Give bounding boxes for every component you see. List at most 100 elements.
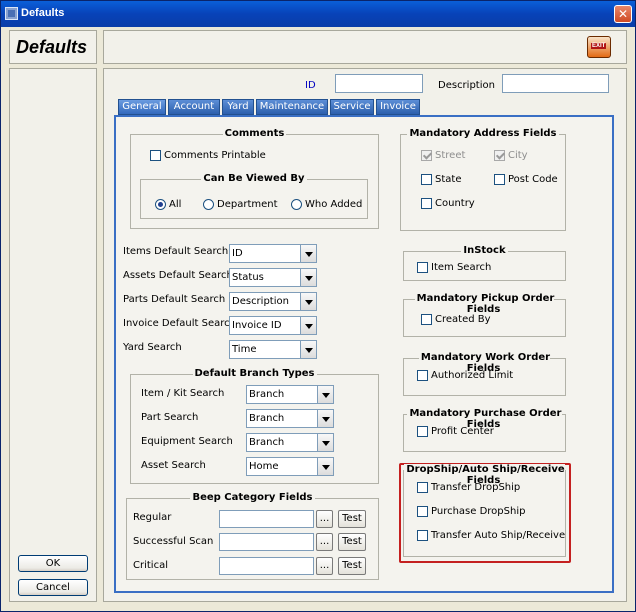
chevron-down-icon <box>317 386 333 403</box>
chevron-down-icon <box>317 410 333 427</box>
tab-service[interactable]: Service <box>330 99 374 115</box>
defaults-window: Defaults ✕ Defaults EXIT OK Cancel ID De… <box>0 0 636 612</box>
authorized-limit-label: Authorized Limit <box>431 370 514 381</box>
asset-search-label: Asset Search <box>141 460 206 471</box>
beep-successful-scan-input[interactable] <box>219 533 314 551</box>
equipment-search-select[interactable]: Branch <box>246 433 334 452</box>
city-checkbox[interactable] <box>494 150 505 161</box>
close-button[interactable]: ✕ <box>614 5 632 23</box>
beep-regular-browse-button[interactable]: ... <box>316 510 333 528</box>
beep-successful-scan-browse-button[interactable]: ... <box>316 533 333 551</box>
yard-search-select[interactable]: Time <box>229 340 317 359</box>
branch-types-title: Default Branch Types <box>192 368 317 379</box>
item-search-checkbox[interactable] <box>417 262 428 273</box>
state-checkbox[interactable] <box>421 174 432 185</box>
beep-category-title: Beep Category Fields <box>190 492 315 503</box>
beep-critical-browse-button[interactable]: ... <box>316 557 333 575</box>
assets-default-search-label: Assets Default Search <box>123 270 233 281</box>
window-title: Defaults <box>21 7 65 19</box>
purchase-dropship-label: Purchase DropShip <box>431 506 526 517</box>
viewed-by-title: Can Be Viewed By <box>201 173 307 184</box>
toolbar: EXIT <box>103 30 627 64</box>
items-default-search-select[interactable]: ID <box>229 244 317 263</box>
radio-department-label: Department <box>217 199 278 210</box>
profit-center-label: Profit Center <box>431 426 494 437</box>
radio-department[interactable] <box>203 199 214 210</box>
asset-search-select[interactable]: Home <box>246 457 334 476</box>
created-by-checkbox[interactable] <box>421 314 432 325</box>
app-icon <box>5 7 18 20</box>
radio-who-added[interactable] <box>291 199 302 210</box>
assets-default-search-select[interactable]: Status <box>229 268 317 287</box>
transfer-dropship-checkbox[interactable] <box>417 482 428 493</box>
ok-button[interactable]: OK <box>18 555 88 572</box>
exit-button[interactable]: EXIT <box>587 36 611 58</box>
tab-maintenance[interactable]: Maintenance <box>256 99 328 115</box>
tab-account[interactable]: Account <box>168 99 220 115</box>
transfer-auto-ship-receive-label: Transfer Auto Ship/Receive <box>431 530 566 541</box>
beep-critical-label: Critical <box>133 560 168 571</box>
item-kit-search-label: Item / Kit Search <box>141 388 225 399</box>
post-code-label: Post Code <box>508 174 558 185</box>
part-search-select[interactable]: Branch <box>246 409 334 428</box>
heading-panel: Defaults <box>9 30 97 64</box>
city-label: City <box>508 150 528 161</box>
radio-who-added-label: Who Added <box>305 199 363 210</box>
id-input[interactable] <box>335 74 423 93</box>
chevron-down-icon <box>300 293 316 310</box>
invoice-default-search-label: Invoice Default Search <box>123 318 237 329</box>
street-checkbox[interactable] <box>421 150 432 161</box>
parts-default-search-label: Parts Default Search <box>123 294 226 305</box>
street-label: Street <box>435 150 466 161</box>
pickup-fields-title: Mandatory Pickup Order Fields <box>414 293 555 315</box>
country-label: Country <box>435 198 475 209</box>
beep-critical-test-button[interactable]: Test <box>338 557 366 575</box>
part-search-label: Part Search <box>141 412 199 423</box>
chevron-down-icon <box>300 269 316 286</box>
beep-regular-test-button[interactable]: Test <box>338 510 366 528</box>
tab-invoice[interactable]: Invoice <box>376 99 420 115</box>
exit-icon: EXIT <box>591 43 607 49</box>
created-by-label: Created By <box>435 314 491 325</box>
equipment-search-label: Equipment Search <box>141 436 233 447</box>
comments-printable-checkbox[interactable] <box>150 150 161 161</box>
invoice-default-search-select[interactable]: Invoice ID <box>229 316 317 335</box>
transfer-auto-ship-receive-checkbox[interactable] <box>417 530 428 541</box>
title-bar: Defaults ✕ <box>1 1 635 27</box>
items-default-search-label: Items Default Search <box>123 246 229 257</box>
description-input[interactable] <box>502 74 609 93</box>
chevron-down-icon <box>317 434 333 451</box>
radio-all-label: All <box>169 199 182 210</box>
left-panel: OK Cancel <box>9 68 97 602</box>
chevron-down-icon <box>300 317 316 334</box>
page-title: Defaults <box>16 37 88 57</box>
post-code-checkbox[interactable] <box>494 174 505 185</box>
instock-title: InStock <box>461 245 508 256</box>
tab-general[interactable]: General <box>118 99 166 115</box>
address-fields-title: Mandatory Address Fields <box>407 128 559 139</box>
country-checkbox[interactable] <box>421 198 432 209</box>
beep-successful-scan-test-button[interactable]: Test <box>338 533 366 551</box>
item-kit-search-select[interactable]: Branch <box>246 385 334 404</box>
beep-critical-input[interactable] <box>219 557 314 575</box>
beep-regular-input[interactable] <box>219 510 314 528</box>
chevron-down-icon <box>300 341 316 358</box>
beep-successful-scan-label: Successful Scan <box>133 536 214 547</box>
tab-yard[interactable]: Yard <box>222 99 254 115</box>
profit-center-checkbox[interactable] <box>417 426 428 437</box>
cancel-button[interactable]: Cancel <box>18 579 88 596</box>
description-label: Description <box>438 80 495 91</box>
purchase-dropship-checkbox[interactable] <box>417 506 428 517</box>
id-label: ID <box>305 80 316 91</box>
state-label: State <box>435 174 462 185</box>
item-search-label: Item Search <box>431 262 492 273</box>
radio-all[interactable] <box>155 199 166 210</box>
authorized-limit-checkbox[interactable] <box>417 370 428 381</box>
comments-title: Comments <box>222 128 287 139</box>
beep-regular-label: Regular <box>133 512 172 523</box>
comments-printable-label: Comments Printable <box>164 150 266 161</box>
parts-default-search-select[interactable]: Description <box>229 292 317 311</box>
chevron-down-icon <box>317 458 333 475</box>
yard-search-label: Yard Search <box>123 342 182 353</box>
chevron-down-icon <box>300 245 316 262</box>
